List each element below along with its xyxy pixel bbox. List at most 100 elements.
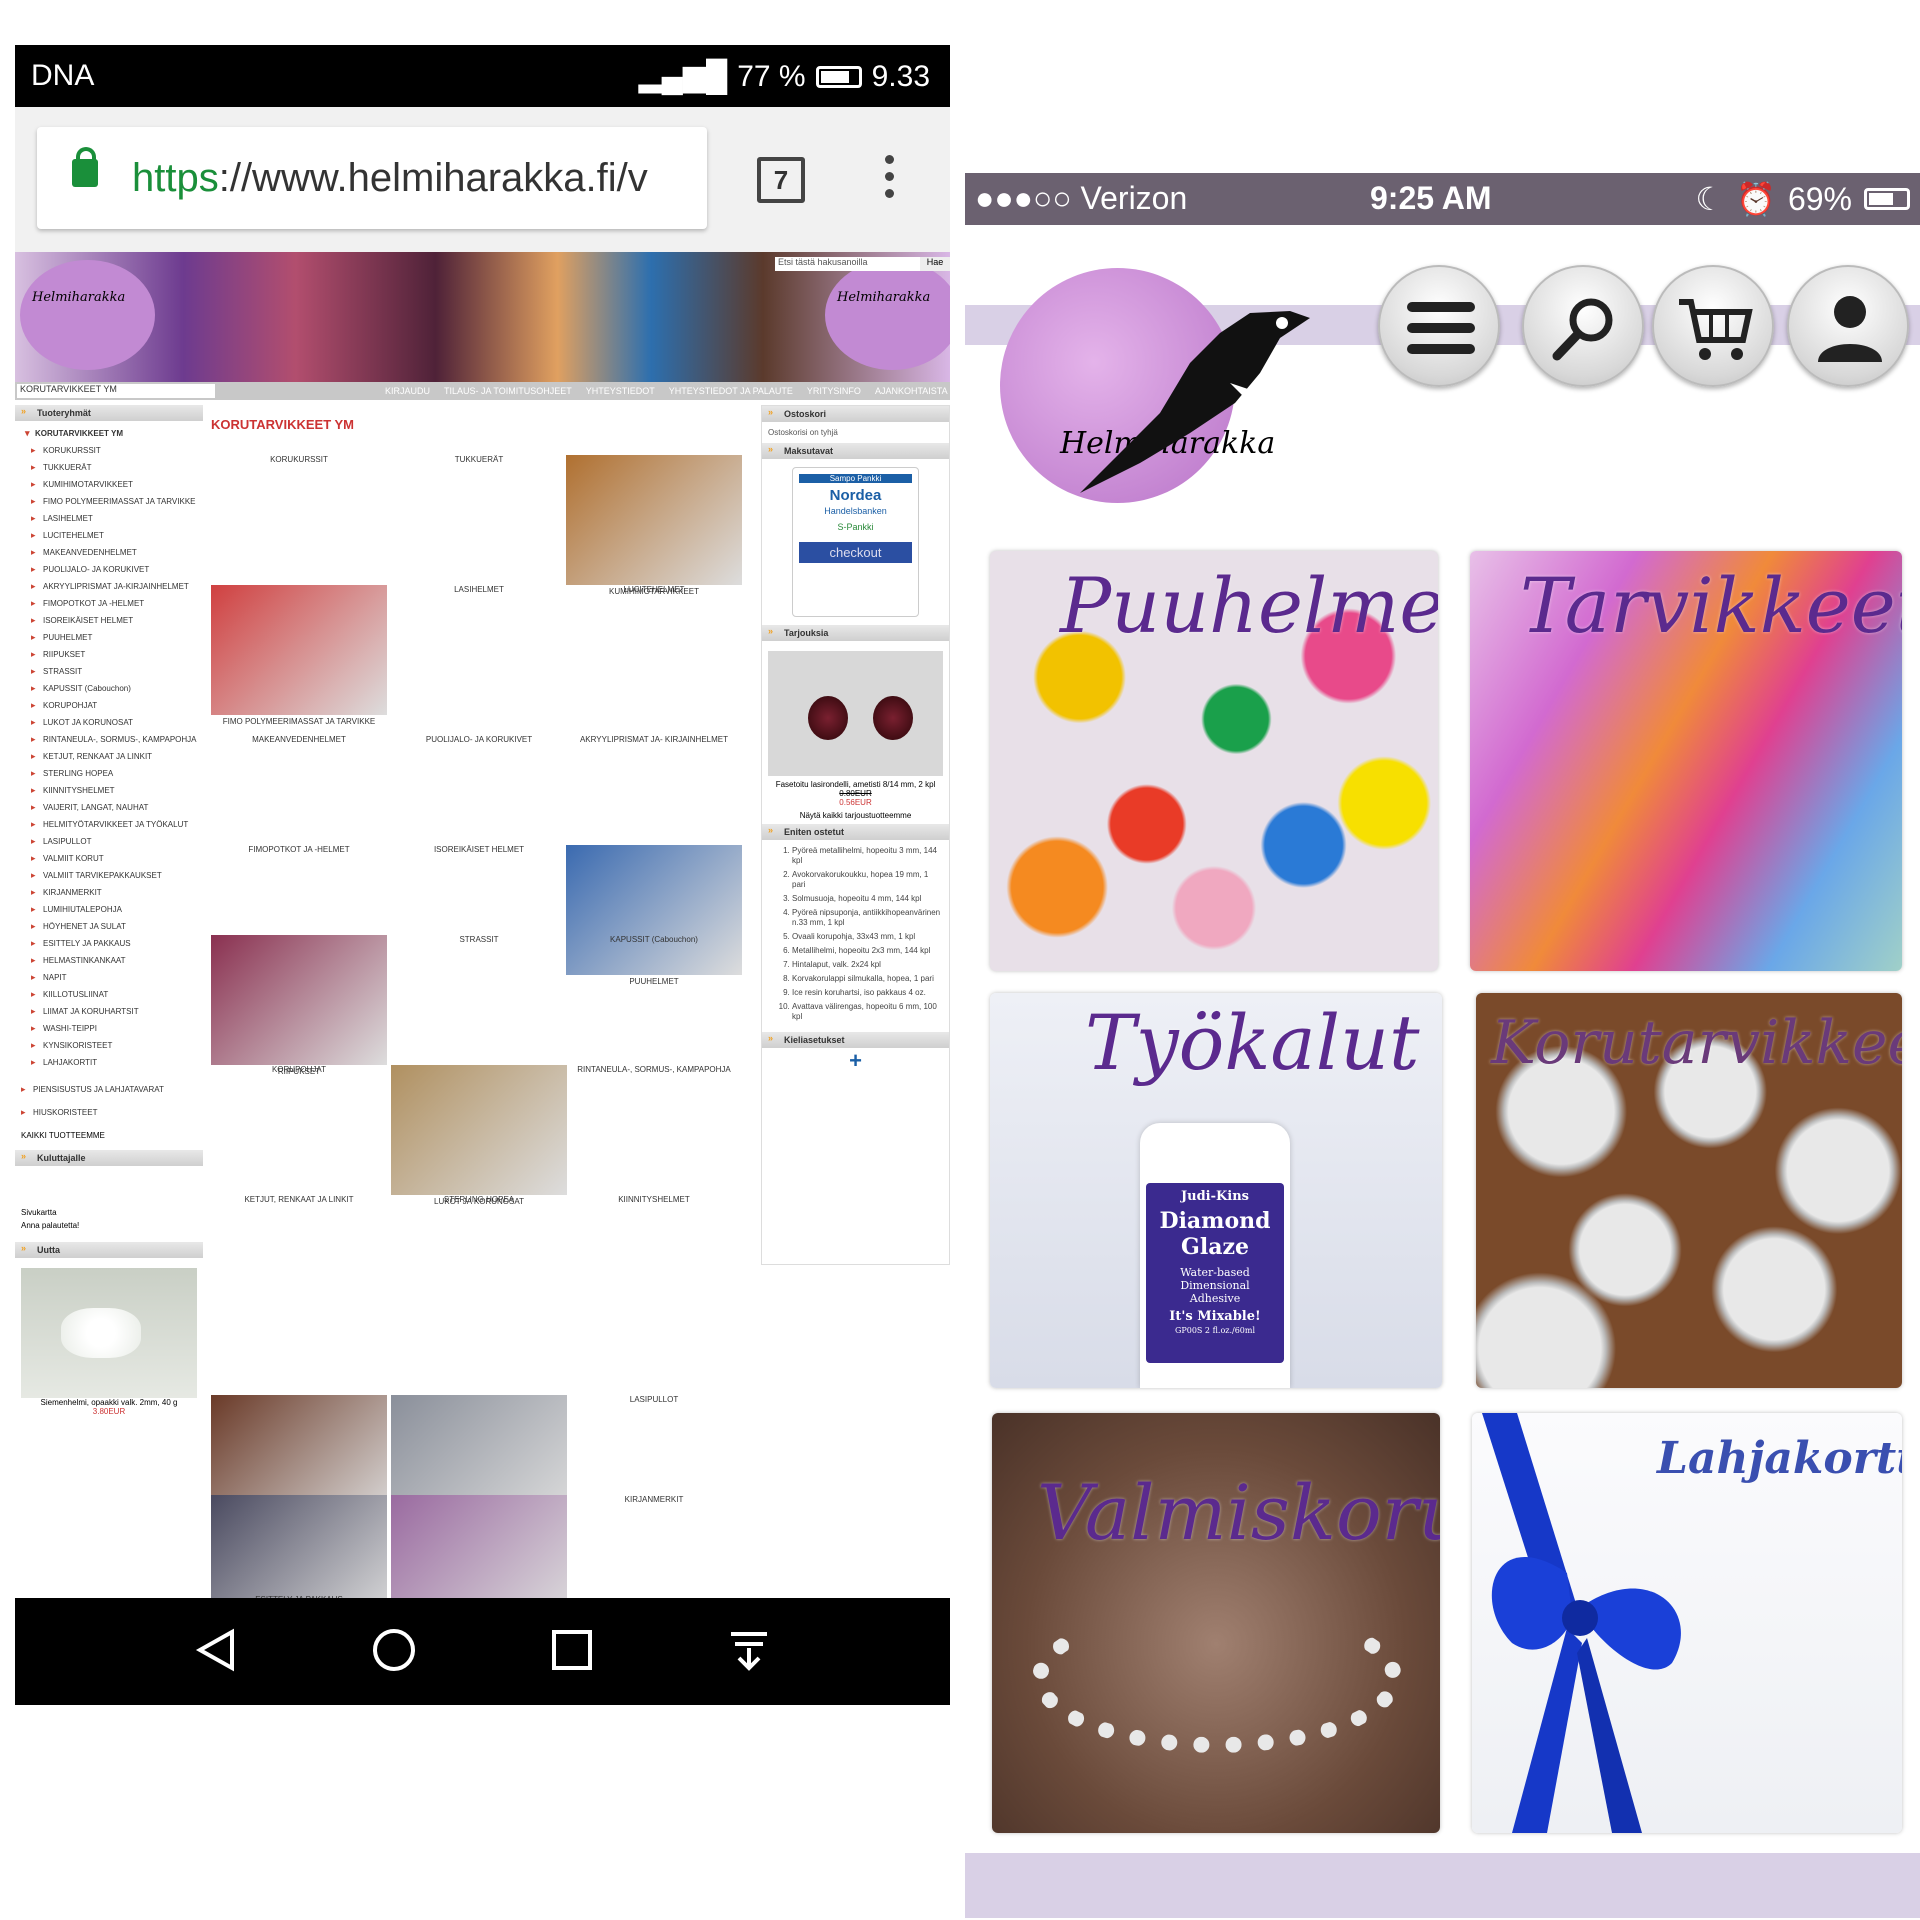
category-tile-tyokalut[interactable]: Työkalut Judi-Kins Diamond Glaze Water-b…	[990, 993, 1442, 1388]
category-tile[interactable]: PUUHELMET	[566, 845, 742, 986]
category-tile[interactable]: KORUKURSSIT	[211, 455, 387, 464]
new-product-image[interactable]	[21, 1268, 197, 1398]
sidebar-item[interactable]: ESITTELY JA PAKKAUS	[25, 935, 203, 952]
sidebar-item[interactable]: RINTANEULA-, SORMUS-, KAMPAPOHJA	[25, 731, 203, 748]
category-tile[interactable]: KIRJANMERKIT	[566, 1495, 742, 1504]
home-icon[interactable]	[370, 1626, 418, 1674]
bestseller-item[interactable]: Solmusuoja, hopeoitu 4 mm, 144 kpl	[792, 894, 943, 904]
category-tile[interactable]: KIINNITYSHELMET	[566, 1195, 742, 1204]
category-tile[interactable]: KETJUT, RENKAAT JA LINKIT	[211, 1195, 387, 1204]
sidebar-item[interactable]: KUMIHIMOTARVIKKEET	[25, 476, 203, 493]
account-button[interactable]	[1787, 265, 1909, 387]
category-tile[interactable]: RIIPUKSET	[211, 935, 387, 1076]
site-nav-item[interactable]: YHTEYSTIEDOT JA PALAUTE	[669, 386, 793, 396]
sidebar-group[interactable]: HIUSKORISTEET	[15, 1104, 203, 1121]
sidebar-item[interactable]: MAKEANVEDENHELMET	[25, 544, 203, 561]
sidebar-item[interactable]: STRASSIT	[25, 663, 203, 680]
url-bar[interactable]: https://www.helmiharakka.fi/v	[37, 127, 707, 229]
category-tile[interactable]: STERLING HOPEA	[391, 1195, 567, 1204]
sidebar-item[interactable]: FIMOPOTKOT JA -HELMET	[25, 595, 203, 612]
tab-switcher-button[interactable]: 7	[757, 157, 805, 203]
sidebar-item[interactable]: PUUHELMET	[25, 629, 203, 646]
sidebar-item[interactable]: HÖYHENET JA SULAT	[25, 918, 203, 935]
sidebar-item[interactable]: KAPUSSIT (Cabouchon)	[25, 680, 203, 697]
category-tile[interactable]: FIMOPOTKOT JA -HELMET	[211, 845, 387, 854]
offer-name[interactable]: Fasetoitu lasirondelli, ametisti 8/14 mm…	[762, 780, 949, 789]
offers-all-link[interactable]: Näytä kaikki tarjoustuotteemme	[762, 807, 949, 824]
bestseller-item[interactable]: Metallihelmi, hopeoitu 2x3 mm, 144 kpl	[792, 946, 943, 956]
bestseller-item[interactable]: Avattava välirengas, hopeoitu 6 mm, 100 …	[792, 1002, 943, 1022]
site-search-button[interactable]: Hae	[920, 257, 950, 271]
sidebar-item[interactable]: VALMIIT KORUT	[25, 850, 203, 867]
cart-button[interactable]	[1652, 265, 1774, 387]
category-tile[interactable]: KUMIHIMOTARVIKKEET	[566, 455, 742, 596]
sidebar-item[interactable]: KIILLOTUSLIINAT	[25, 986, 203, 1003]
menu-button[interactable]	[1378, 265, 1500, 387]
category-tile[interactable]: LUCITEHELMET	[566, 585, 742, 594]
category-tile-valmiskorut[interactable]: Valmiskorut	[992, 1413, 1440, 1833]
sidebar-item[interactable]: ISOREIKÄISET HELMET	[25, 612, 203, 629]
sidebar-item[interactable]: PUOLIJALO- JA KORUKIVET	[25, 561, 203, 578]
category-tile[interactable]: STRASSIT	[391, 935, 567, 944]
category-tile[interactable]: FIMO POLYMEERIMASSAT JA TARVIKKE	[211, 585, 387, 726]
consumer-link[interactable]: Anna palautetta!	[21, 1219, 197, 1232]
sidebar-item[interactable]: HELMASTINKANKAAT	[25, 952, 203, 969]
bestseller-item[interactable]: Hintalaput, valk. 2x24 kpl	[792, 960, 943, 970]
sidebar-item[interactable]: KYNSIKORISTEET	[25, 1037, 203, 1054]
sidebar-item[interactable]: LAHJAKORTIT	[25, 1054, 203, 1071]
site-nav-item[interactable]: YHTEYSTIEDOT	[586, 386, 655, 396]
site-nav-item[interactable]: YRITYSINFO	[807, 386, 861, 396]
all-products-link[interactable]: KAIKKI TUOTTEEMME	[15, 1121, 203, 1150]
category-tile-korutarvikkeet[interactable]: Korutarvikkeet	[1476, 993, 1902, 1388]
category-tile-lahjakortti[interactable]: Lahjakortti	[1472, 1413, 1902, 1833]
sidebar-item[interactable]: AKRYYLIPRISMAT JA-KIRJAINHELMET	[25, 578, 203, 595]
sidebar-item[interactable]: LASIHELMET	[25, 510, 203, 527]
bestseller-item[interactable]: Pyöreä metallihelmi, hopeoitu 3 mm, 144 …	[792, 846, 943, 866]
category-tile[interactable]: ISOREIKÄISET HELMET	[391, 845, 567, 854]
sidebar-item[interactable]: TUKKUERÄT	[25, 459, 203, 476]
bestseller-item[interactable]: Avokorvakorukoukku, hopea 19 mm, 1 pari	[792, 870, 943, 890]
site-nav-item[interactable]: KIRJAUDU	[385, 386, 430, 396]
bestseller-item[interactable]: Ovaali korupohja, 33x43 mm, 1 kpl	[792, 932, 943, 942]
category-tile[interactable]: KAPUSSIT (Cabouchon)	[566, 935, 742, 944]
category-tile[interactable]: RINTANEULA-, SORMUS-, KAMPAPOHJA	[566, 1065, 742, 1074]
finnish-flag-icon[interactable]: +	[762, 1048, 949, 1074]
sidebar-item[interactable]: NAPIT	[25, 969, 203, 986]
sidebar-item[interactable]: KIRJANMERKIT	[25, 884, 203, 901]
site-nav-item[interactable]: TILAUS- JA TOIMITUSOHJEET	[444, 386, 572, 396]
sidebar-item[interactable]: KIINNITYSHELMET	[25, 782, 203, 799]
notification-pull-icon[interactable]	[725, 1626, 773, 1674]
category-tile-puuhelmet[interactable]: Puuhelmet	[990, 551, 1438, 971]
sidebar-item[interactable]: VALMIIT TARVIKEPAKKAUKSET	[25, 867, 203, 884]
sidebar-item[interactable]: LUCITEHELMET	[25, 527, 203, 544]
category-select[interactable]: KORUTARVIKKEET YM	[17, 384, 215, 398]
sidebar-item[interactable]: WASHI-TEIPPI	[25, 1020, 203, 1037]
category-tile[interactable]: LUKOT JA KORUNOSAT	[391, 1065, 567, 1206]
new-product-name[interactable]: Siemenhelmi, opaakki valk. 2mm, 40 g	[15, 1398, 203, 1407]
bestseller-item[interactable]: Ice resin koruhartsi, iso pakkaus 4 oz.	[792, 988, 943, 998]
sidebar-item[interactable]: KORUKURSSIT	[25, 442, 203, 459]
consumer-link[interactable]: Sivukartta	[21, 1206, 197, 1219]
site-nav-item[interactable]: AJANKOHTAISTA	[875, 386, 948, 396]
sidebar-item[interactable]: KORUPOHJAT	[25, 697, 203, 714]
category-tile[interactable]: PUOLIJALO- JA KORUKIVET	[391, 735, 567, 744]
category-tile[interactable]: AKRYYLIPRISMAT JA- KIRJAINHELMET	[566, 735, 742, 744]
sidebar-item[interactable]: LASIPULLOT	[25, 833, 203, 850]
sidebar-top-item[interactable]: KORUTARVIKKEET YM	[25, 425, 203, 442]
category-tile[interactable]: LASIPULLOT	[566, 1395, 742, 1404]
search-button[interactable]	[1522, 265, 1644, 387]
back-icon[interactable]	[192, 1626, 240, 1674]
sidebar-item[interactable]: FIMO POLYMEERIMASSAT JA TARVIKKE	[25, 493, 203, 510]
sidebar-group[interactable]: PIENSISUSTUS JA LAHJATAVARAT	[15, 1081, 203, 1098]
site-logo[interactable]: Helmiharakka	[20, 260, 155, 370]
sidebar-item[interactable]: LUKOT JA KORUNOSAT	[25, 714, 203, 731]
bestseller-item[interactable]: Pyöreä nipsuponja, antiikkihopeanvärinen…	[792, 908, 943, 928]
offer-image[interactable]	[768, 651, 943, 776]
category-tile[interactable]: LASIHELMET	[391, 585, 567, 594]
sidebar-item[interactable]: RIIPUKSET	[25, 646, 203, 663]
recents-icon[interactable]	[548, 1626, 596, 1674]
sidebar-item[interactable]: VAIJERIT, LANGAT, NAUHAT	[25, 799, 203, 816]
category-tile[interactable]: KORUPOHJAT	[211, 1065, 387, 1074]
category-tile-tarvikkeet[interactable]: Tarvikkeet	[1470, 551, 1902, 971]
category-tile[interactable]: MAKEANVEDENHELMET	[211, 735, 387, 744]
